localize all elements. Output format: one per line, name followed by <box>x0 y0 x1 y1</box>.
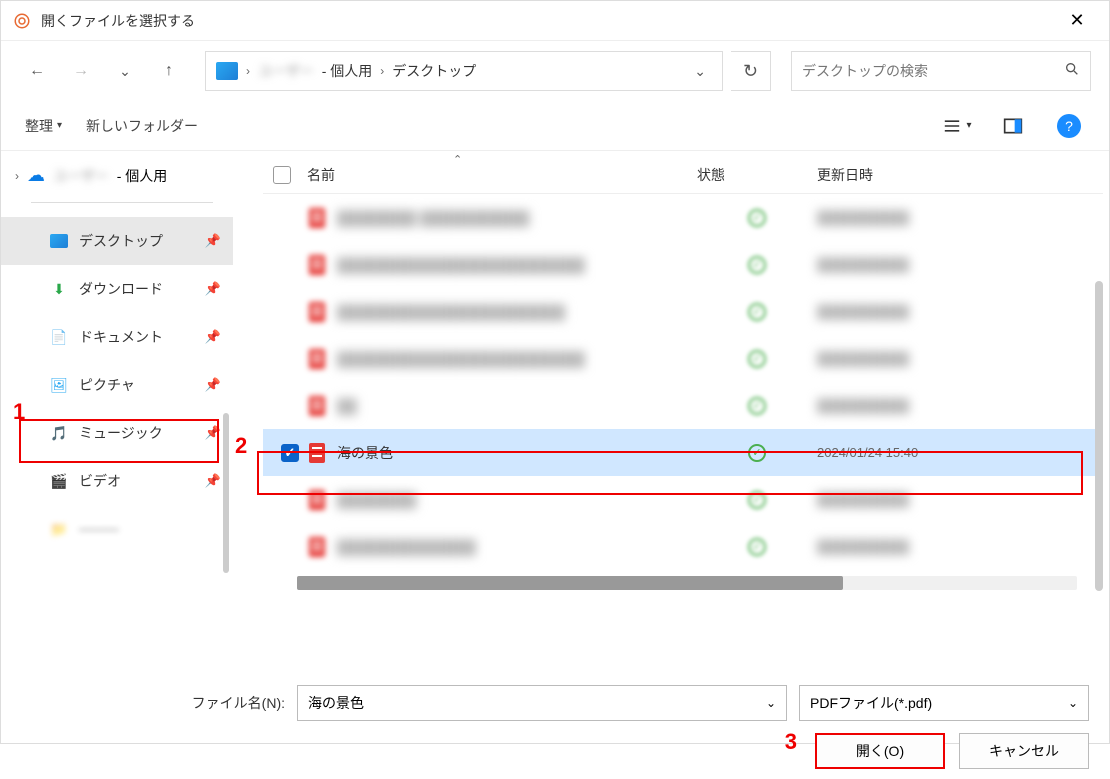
sort-caret-icon: ⌃ <box>453 153 462 166</box>
file-row[interactable]: ████████ █████████████████████ <box>263 194 1103 241</box>
documents-icon: 📄 <box>49 329 69 346</box>
file-name: 海の景色 <box>337 443 697 463</box>
chevron-right-icon: › <box>15 169 19 183</box>
refresh-button[interactable]: ↻ <box>731 51 771 91</box>
close-button[interactable]: ✕ <box>1057 10 1097 31</box>
pictures-icon: 🖼 <box>49 377 69 394</box>
annotation-2: 2 <box>235 433 247 459</box>
sidebar: › ☁ ユーザー - 個人用 1 デスクトップ 📌 ⬇ ダウンロード 📌 📄 ド… <box>1 151 233 671</box>
file-row[interactable]: ████████████████████████ <box>263 523 1103 570</box>
column-date[interactable]: 更新日時 <box>817 165 1093 185</box>
download-icon: ⬇ <box>49 281 69 298</box>
breadcrumb-personal[interactable]: - 個人用 <box>322 61 373 81</box>
file-row-selected[interactable]: 海の景色 2024/01/24 15:40 <box>263 429 1103 476</box>
new-folder-button[interactable]: 新しいフォルダー <box>86 116 198 136</box>
select-all-checkbox[interactable] <box>273 166 291 184</box>
drive-icon <box>216 62 238 80</box>
file-row[interactable]: ███████████████████████████████████ <box>263 335 1103 382</box>
annotation-box-1 <box>19 419 219 463</box>
sidebar-item-downloads[interactable]: ⬇ ダウンロード 📌 <box>1 265 233 313</box>
filename-label: ファイル名(N): <box>192 693 285 713</box>
sidebar-item-hidden[interactable]: 📁──── <box>1 505 233 553</box>
breadcrumb-user[interactable]: ユーザー <box>258 61 314 81</box>
chevron-down-icon[interactable]: ⌄ <box>1068 696 1078 710</box>
file-row[interactable]: █████████████████████████████████ <box>263 288 1103 335</box>
nav-forward-button[interactable]: → <box>63 53 99 89</box>
file-row[interactable]: ██████████████████ <box>263 476 1103 523</box>
pdf-file-icon <box>307 442 327 464</box>
address-dropdown-icon[interactable]: ⌄ <box>688 63 712 80</box>
sidebar-item-pictures[interactable]: 🖼 ピクチャ 📌 <box>1 361 233 409</box>
search-icon[interactable] <box>1064 61 1080 82</box>
file-row[interactable]: ████████████ <box>263 382 1103 429</box>
app-icon <box>13 12 31 30</box>
filename-input[interactable]: 海の景色 ⌄ <box>297 685 787 721</box>
chevron-down-icon[interactable]: ⌄ <box>766 696 776 710</box>
sidebar-onedrive[interactable]: › ☁ ユーザー - 個人用 <box>1 157 233 194</box>
vertical-scrollbar[interactable] <box>1095 281 1103 591</box>
annotation-1: 1 <box>13 399 25 425</box>
pin-icon: 📌 <box>205 329 221 345</box>
sidebar-personal-label: - 個人用 <box>117 166 168 186</box>
pin-icon: 📌 <box>205 377 221 393</box>
address-bar[interactable]: › ユーザー - 個人用 › デスクトップ ⌄ <box>205 51 723 91</box>
horizontal-scrollbar[interactable] <box>297 576 1077 590</box>
file-list: 名前 ⌃ 状態 更新日時 ████████ ██████████████████… <box>233 151 1109 671</box>
file-checkbox[interactable] <box>281 444 299 462</box>
onedrive-icon: ☁ <box>27 165 45 186</box>
breadcrumb-sep-icon: › <box>246 64 250 78</box>
organize-menu[interactable]: 整理 ▾ <box>25 116 62 136</box>
desktop-icon <box>49 234 69 248</box>
window-title: 開くファイルを選択する <box>41 11 1057 31</box>
file-row[interactable]: ███████████████████████████████████ <box>263 241 1103 288</box>
breadcrumb-desktop[interactable]: デスクトップ <box>392 61 476 81</box>
help-button[interactable]: ? <box>1053 110 1085 142</box>
sidebar-scrollbar[interactable] <box>223 413 229 573</box>
pin-icon: 📌 <box>205 281 221 297</box>
cancel-button[interactable]: キャンセル <box>959 733 1089 769</box>
sidebar-item-desktop[interactable]: デスクトップ 📌 <box>1 217 233 265</box>
pin-icon: 📌 <box>205 233 221 249</box>
view-mode-button[interactable]: ▾ <box>941 110 973 142</box>
file-date: 2024/01/24 15:40 <box>817 445 1093 460</box>
annotation-3: 3 <box>785 729 797 755</box>
nav-up-button[interactable]: ↑ <box>151 53 187 89</box>
nav-recent-dropdown[interactable]: ⌄ <box>107 53 143 89</box>
nav-back-button[interactable]: ← <box>19 53 55 89</box>
pin-icon: 📌 <box>205 473 221 489</box>
status-ok-icon <box>748 444 766 462</box>
sidebar-item-videos[interactable]: 🎬 ビデオ 📌 <box>1 457 233 505</box>
sidebar-item-documents[interactable]: 📄 ドキュメント 📌 <box>1 313 233 361</box>
videos-icon: 🎬 <box>49 473 69 490</box>
file-list-header[interactable]: 名前 ⌃ 状態 更新日時 <box>263 157 1103 194</box>
column-state[interactable]: 状態 <box>697 165 817 185</box>
search-input[interactable] <box>802 63 1064 79</box>
open-button[interactable]: 開く(O) <box>815 733 945 769</box>
preview-pane-button[interactable] <box>997 110 1029 142</box>
file-type-filter[interactable]: PDFファイル(*.pdf) ⌄ <box>799 685 1089 721</box>
column-name[interactable]: 名前 <box>307 165 697 185</box>
